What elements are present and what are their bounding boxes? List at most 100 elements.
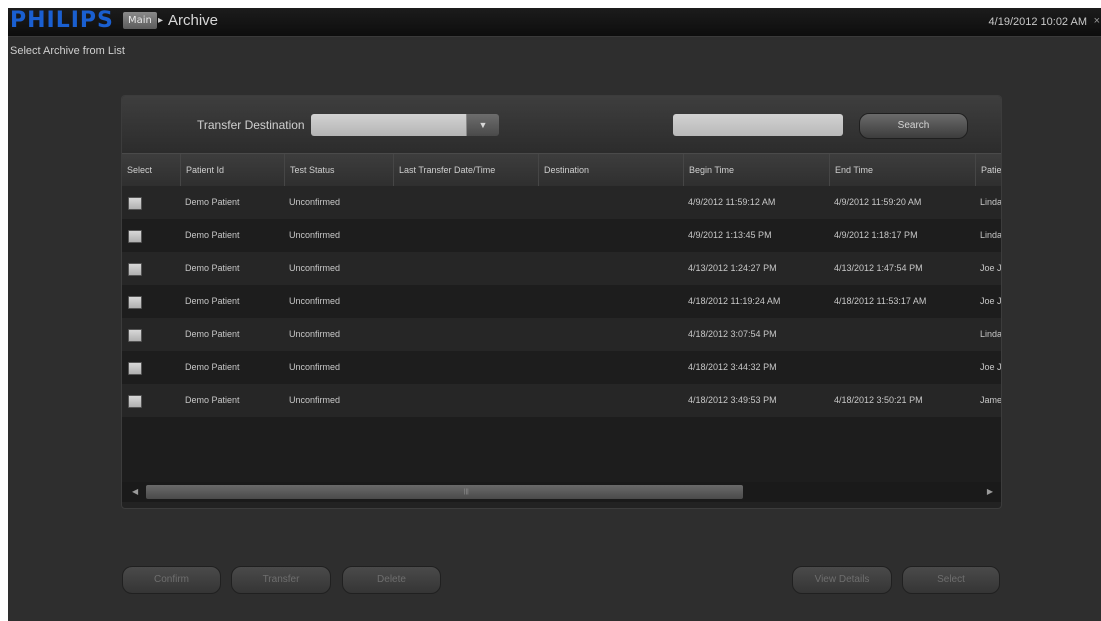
cell-last-transfer [393,186,538,219]
breadcrumb-current: Archive [168,12,219,29]
cell-end-time [829,318,975,351]
philips-logo: PHILIPS [10,8,114,33]
top-bar: PHILIPS Main ▸ Archive 4/19/2012 10:02 A… [8,8,1101,37]
cell-test-status: Unconfirmed [289,329,341,339]
delete-button[interactable]: Delete [342,566,441,594]
cell-patient: Linda [980,197,1001,207]
column-header-destination[interactable]: Destination [538,154,683,186]
cell-end-time: 4/9/2012 1:18:17 PM [834,230,918,240]
cell-begin-time: 4/9/2012 1:13:45 PM [688,230,772,240]
cell-end-time: 4/13/2012 1:47:54 PM [834,263,923,273]
cell-begin-time: 4/18/2012 3:44:32 PM [688,362,777,372]
column-header-patient-id[interactable]: Patient Id [180,154,284,186]
cell-end-time: 4/18/2012 11:53:17 AM [834,296,927,306]
cell-last-transfer [393,219,538,252]
scroll-left-icon[interactable]: ◀ [132,486,138,498]
cell-destination [538,186,683,219]
table-row[interactable]: Demo Patient Unconfirmed 4/9/2012 1:13:4… [122,219,1001,252]
cell-patient: James [980,395,1001,405]
column-header-test-status[interactable]: Test Status [284,154,393,186]
cell-patient-id: Demo Patient [185,296,240,306]
row-checkbox[interactable] [128,395,142,408]
cell-test-status: Unconfirmed [289,263,341,273]
cell-patient-id: Demo Patient [185,395,240,405]
column-header-begin-time[interactable]: Begin Time [683,154,829,186]
cell-patient: Joe Jo [980,296,1001,306]
row-checkbox[interactable] [128,197,142,210]
cell-patient-id: Demo Patient [185,230,240,240]
row-checkbox[interactable] [128,263,142,276]
row-checkbox[interactable] [128,230,142,243]
table-row[interactable]: Demo Patient Unconfirmed 4/18/2012 3:44:… [122,351,1001,384]
transfer-destination-value[interactable] [311,114,466,136]
cell-test-status: Unconfirmed [289,362,341,372]
archive-panel: Transfer Destination ▼ Search Select Pat… [121,95,1002,509]
column-header-patient[interactable]: Patient [975,154,1001,186]
horizontal-scrollbar[interactable]: ◀ ||| ▶ [122,482,1001,502]
row-checkbox[interactable] [128,362,142,375]
archive-window: PHILIPS Main ▸ Archive 4/19/2012 10:02 A… [8,8,1101,621]
scrollbar-thumb[interactable]: ||| [146,485,743,499]
row-checkbox[interactable] [128,296,142,309]
confirm-button[interactable]: Confirm [122,566,221,594]
cell-destination [538,318,683,351]
select-button[interactable]: Select [902,566,1000,594]
cell-destination [538,351,683,384]
column-header-end-time[interactable]: End Time [829,154,975,186]
scroll-right-icon[interactable]: ▶ [987,486,993,498]
cell-last-transfer [393,285,538,318]
table-row[interactable]: Demo Patient Unconfirmed 4/13/2012 1:24:… [122,252,1001,285]
breadcrumb-arrow-icon: ▸ [158,15,164,26]
cell-patient: Linda [980,230,1001,240]
cell-begin-time: 4/13/2012 1:24:27 PM [688,263,777,273]
transfer-button[interactable]: Transfer [231,566,331,594]
search-input[interactable] [673,114,843,136]
column-header-last-transfer[interactable]: Last Transfer Date/Time [393,154,538,186]
transfer-destination-dropdown[interactable]: ▼ [311,114,499,136]
row-checkbox[interactable] [128,329,142,342]
page-subtitle: Select Archive from List [10,45,125,57]
cell-begin-time: 4/18/2012 3:07:54 PM [688,329,777,339]
cell-patient: Linda [980,329,1001,339]
cell-begin-time: 4/9/2012 11:59:12 AM [688,197,776,207]
cell-test-status: Unconfirmed [289,197,341,207]
table-header: Select Patient Id Test Status Last Trans… [122,153,1001,186]
cell-last-transfer [393,384,538,417]
transfer-destination-label: Transfer Destination [197,118,305,132]
breadcrumb-main-button[interactable]: Main [123,12,157,29]
cell-patient: Joe Jo [980,263,1001,273]
table-row[interactable]: Demo Patient Unconfirmed 4/9/2012 11:59:… [122,186,1001,219]
close-icon[interactable]: × [1094,13,1100,29]
table-body: Demo Patient Unconfirmed 4/9/2012 11:59:… [122,186,1001,482]
cell-patient-id: Demo Patient [185,263,240,273]
table-row[interactable]: Demo Patient Unconfirmed 4/18/2012 3:49:… [122,384,1001,417]
scroll-grip-icon: ||| [464,489,469,495]
cell-destination [538,285,683,318]
cell-last-transfer [393,318,538,351]
cell-end-time [829,351,975,384]
cell-test-status: Unconfirmed [289,395,341,405]
cell-destination [538,252,683,285]
view-details-button[interactable]: View Details [792,566,892,594]
dropdown-arrow-icon[interactable]: ▼ [466,114,499,136]
column-header-select[interactable]: Select [122,154,180,186]
cell-begin-time: 4/18/2012 11:19:24 AM [688,296,781,306]
table-row[interactable]: Demo Patient Unconfirmed 4/18/2012 11:19… [122,285,1001,318]
cell-test-status: Unconfirmed [289,230,341,240]
cell-last-transfer [393,351,538,384]
datetime-display: 4/19/2012 10:02 AM [988,16,1087,28]
cell-patient-id: Demo Patient [185,362,240,372]
cell-patient-id: Demo Patient [185,329,240,339]
cell-patient: Joe Jo [980,362,1001,372]
cell-destination [538,219,683,252]
cell-end-time: 4/9/2012 11:59:20 AM [834,197,922,207]
cell-begin-time: 4/18/2012 3:49:53 PM [688,395,777,405]
cell-end-time: 4/18/2012 3:50:21 PM [834,395,923,405]
cell-last-transfer [393,252,538,285]
filter-bar: Transfer Destination ▼ Search [122,96,1001,153]
table-row[interactable]: Demo Patient Unconfirmed 4/18/2012 3:07:… [122,318,1001,351]
cell-patient-id: Demo Patient [185,197,240,207]
search-button[interactable]: Search [859,113,968,139]
cell-test-status: Unconfirmed [289,296,341,306]
cell-destination [538,384,683,417]
